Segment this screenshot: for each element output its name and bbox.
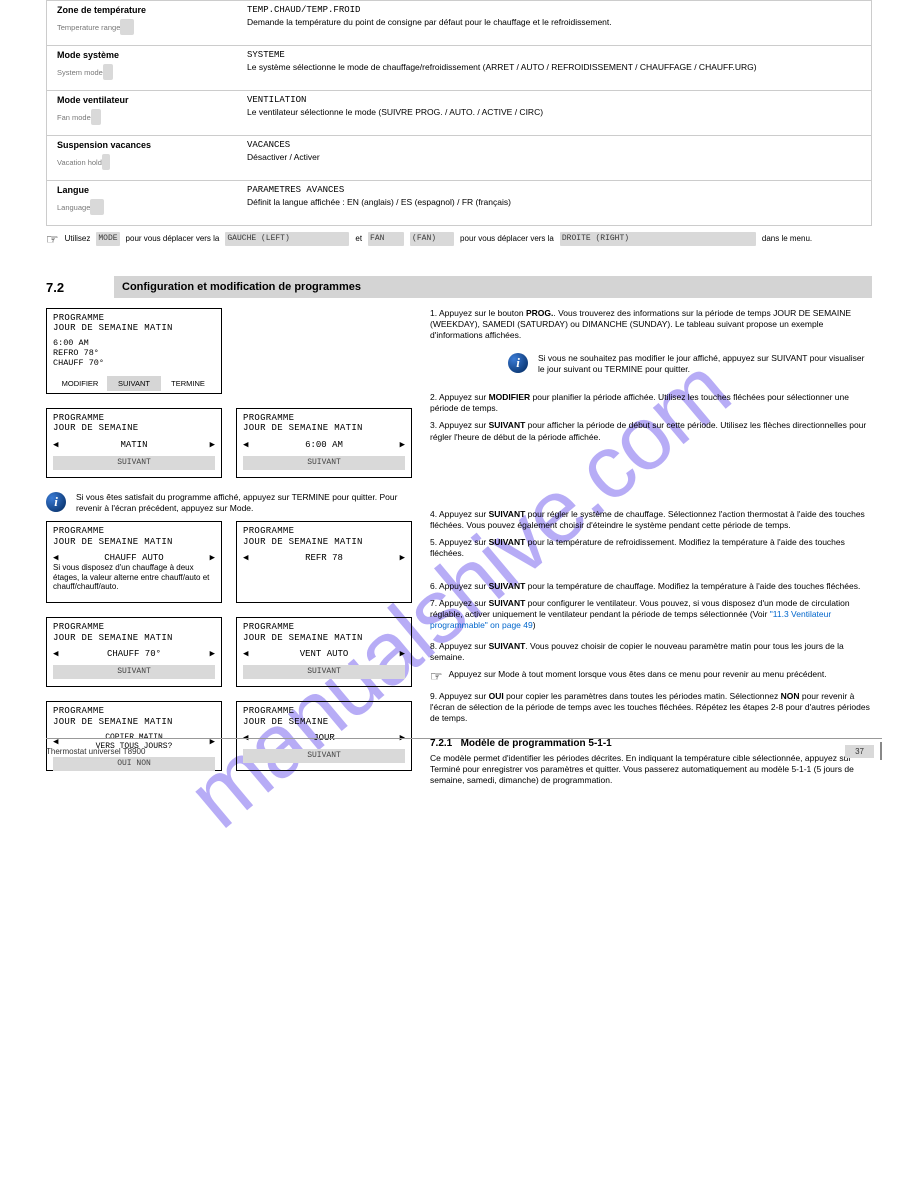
step-text: 8. Appuyez sur SUIVANT. Vous pouvez choi… xyxy=(430,641,872,663)
chip-mode: MODE xyxy=(96,232,119,246)
step-text: 7. Appuyez sur SUIVANT pour configurer l… xyxy=(430,598,872,631)
right-arrow-icon: ▶ xyxy=(210,440,215,450)
table-row: Suspension vacances Vacation holdx VACAN… xyxy=(47,135,871,180)
hand-note: Appuyez sur Mode à tout moment lorsque v… xyxy=(449,669,827,680)
hand-icon: ☞ xyxy=(46,232,59,246)
row-desc: Demande la température du point de consi… xyxy=(247,17,861,28)
chip-right: DROITE (RIGHT) xyxy=(560,232,756,246)
row-title: Zone de température xyxy=(57,5,229,15)
lcd-card: PROGRAMME JOUR DE SEMAINE MATIN 6:00 AM … xyxy=(46,308,222,394)
step-text: 4. Appuyez sur SUIVANT pour régler le sy… xyxy=(430,509,872,531)
chip-left: GAUCHE (LEFT) xyxy=(225,232,349,246)
lcd-card: PROGRAMME JOUR DE SEMAINE ◀MATIN▶ SUIVAN… xyxy=(46,408,222,478)
lcd-card: PROGRAMME JOUR DE SEMAINE MATIN ◀VENT AU… xyxy=(236,617,412,687)
lcd-card: PROGRAMME JOUR DE SEMAINE MATIN ◀COPIER … xyxy=(46,701,222,771)
step-text: 6. Appuyez sur SUIVANT pour la températu… xyxy=(430,581,872,592)
table-row: Mode ventilateur Fan modex VENTILATION L… xyxy=(47,90,871,135)
step-text: 3. Appuyez sur SUIVANT pour afficher la … xyxy=(430,420,872,442)
table-row: Langue Languagex PARAMETRES AVANCES Défi… xyxy=(47,180,871,225)
section-number: 7.2 xyxy=(46,276,114,298)
info-text: Si vous ne souhaitez pas modifier le jou… xyxy=(538,353,872,374)
feature-table: Zone de température Temperature rangex T… xyxy=(46,0,872,226)
lcd-card: PROGRAMME JOUR DE SEMAINE MATIN ◀REFR 78… xyxy=(236,521,412,603)
table-row: Mode système System modex SYSTEME Le sys… xyxy=(47,45,871,90)
table-row: Zone de température Temperature rangex T… xyxy=(47,0,871,45)
page-footer: Thermostat universel T8900 37 xyxy=(46,738,882,760)
hand-icon: ☞ xyxy=(430,669,443,683)
info-icon: i xyxy=(508,353,528,373)
section-heading: 7.2 Configuration et modification de pro… xyxy=(46,276,872,298)
row-code: TEMP.CHAUD/TEMP.FROID xyxy=(247,5,861,17)
hint-line: ☞ Utilisez MODE pour vous déplacer vers … xyxy=(46,232,872,246)
right-arrow-icon: ▶ xyxy=(400,440,405,450)
footer-left: Thermostat universel T8900 xyxy=(46,747,145,756)
chip-fan: FAN xyxy=(368,232,404,246)
step-text: 9. Appuyez sur OUI pour copier les param… xyxy=(430,691,872,724)
step-text: 1. Appuyez sur le bouton PROG.. Vous tro… xyxy=(430,308,872,341)
chip-fan2: (FAN) xyxy=(410,232,454,246)
step-text: 2. Appuyez sur MODIFIER pour planifier l… xyxy=(430,392,872,414)
lcd-card: PROGRAMME JOUR DE SEMAINE MATIN ◀CHAUFF … xyxy=(46,521,222,603)
lcd-card: PROGRAMME JOUR DE SEMAINE MATIN ◀6:00 AM… xyxy=(236,408,412,478)
page-number: 37 xyxy=(845,745,874,758)
info-text: Si vous êtes satisfait du programme affi… xyxy=(76,492,418,513)
section-title: Configuration et modification de program… xyxy=(114,276,872,298)
step-text: 5. Appuyez sur SUIVANT pour la températu… xyxy=(430,537,872,559)
lcd-card: PROGRAMME JOUR DE SEMAINE ◀JOUR▶ SUIVANT xyxy=(236,701,412,771)
info-icon: i xyxy=(46,492,66,512)
lcd-card: PROGRAMME JOUR DE SEMAINE MATIN ◀CHAUFF … xyxy=(46,617,222,687)
